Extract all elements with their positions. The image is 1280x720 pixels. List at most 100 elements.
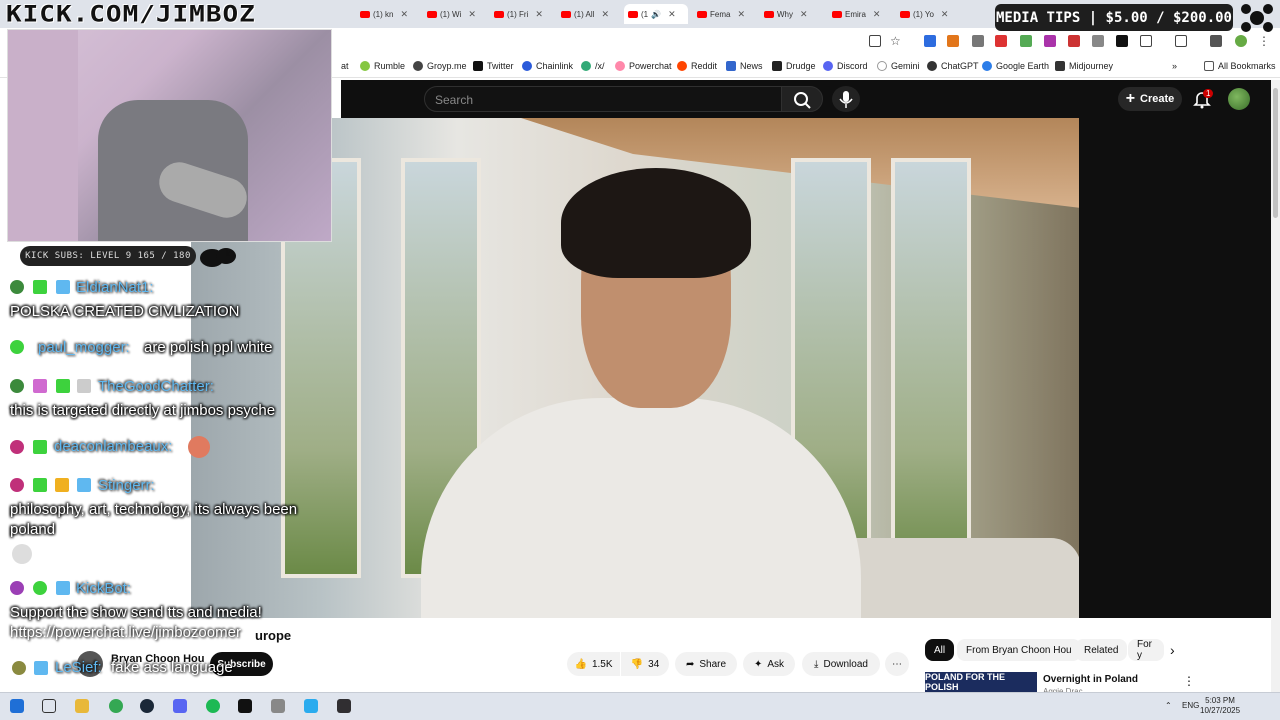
language-indicator[interactable]: ENG: [1182, 701, 1199, 710]
extension-icon[interactable]: [1020, 35, 1032, 47]
metamask-icon[interactable]: [947, 35, 959, 47]
file-explorer-icon[interactable]: [75, 699, 89, 713]
extension-icon[interactable]: [1044, 35, 1056, 47]
scrollbar-thumb[interactable]: [1273, 88, 1278, 218]
bookmark-item[interactable]: /x/: [581, 61, 605, 71]
extension-icon[interactable]: [924, 35, 936, 47]
windows-start-icon[interactable]: [10, 699, 24, 713]
chat-message: POLSKA CREATED CIVLIZATION: [10, 303, 240, 320]
browser-tab[interactable]: (1) Fri ✕: [490, 4, 547, 24]
media-tips-goal: MEDIA TIPS | $5.00 / $200.00: [995, 4, 1233, 31]
bookmark-item[interactable]: Google Earth: [982, 61, 1049, 71]
x-icon[interactable]: [1116, 35, 1128, 47]
steam-icon[interactable]: [140, 699, 154, 713]
youtube-icon: [697, 10, 707, 18]
extension-icon[interactable]: [995, 35, 1007, 47]
more-icon[interactable]: ⋮: [1183, 674, 1195, 688]
bookmark-item[interactable]: Twitter: [473, 61, 514, 71]
search-button[interactable]: [781, 86, 823, 112]
obs-icon[interactable]: [337, 699, 351, 713]
telegram-icon[interactable]: [304, 699, 318, 713]
puzzle-icon[interactable]: [1140, 35, 1152, 47]
youtube-icon: [628, 10, 638, 18]
webcam-scene-closet: [8, 30, 78, 241]
bookmark-item[interactable]: Rumble: [360, 61, 405, 71]
share-button[interactable]: ➦ Share: [675, 652, 737, 676]
bookmark-item[interactable]: Drudge: [772, 61, 816, 71]
close-icon[interactable]: ✕: [601, 9, 609, 20]
search-icon: [794, 92, 811, 109]
bookmark-item[interactable]: Powerchat: [615, 61, 672, 71]
discord-icon[interactable]: [173, 699, 187, 713]
close-icon[interactable]: ✕: [400, 9, 408, 20]
close-icon[interactable]: ✕: [800, 9, 808, 20]
ask-button[interactable]: ✦ Ask: [743, 652, 795, 676]
bookmark-item[interactable]: Reddit: [677, 61, 717, 71]
chevron-right-icon[interactable]: »: [1172, 61, 1177, 71]
browser-tab[interactable]: Why ✕: [760, 4, 812, 24]
download-button[interactable]: ⤓ Download: [802, 652, 880, 676]
bookmark-item[interactable]: at: [341, 61, 349, 71]
shield-icon[interactable]: [972, 35, 984, 47]
bookmark-item[interactable]: Midjourney: [1055, 61, 1113, 71]
close-icon[interactable]: ✕: [668, 9, 676, 20]
bookmark-item[interactable]: Discord: [823, 61, 868, 71]
more-icon[interactable]: ⋮: [1258, 35, 1270, 47]
page-dark-side: [1079, 118, 1271, 618]
task-view-icon[interactable]: [42, 699, 56, 713]
chrome-icon[interactable]: [109, 699, 123, 713]
browser-tab[interactable]: (1) All ✕: [557, 4, 613, 24]
terminal-icon[interactable]: [238, 699, 252, 713]
recommended-thumbnail[interactable]: POLAND FOR THE POLISH: [925, 672, 1037, 692]
google-earth-icon: [982, 61, 992, 71]
create-button[interactable]: + Create: [1118, 87, 1182, 111]
close-icon[interactable]: ✕: [941, 9, 949, 20]
menu-icon[interactable]: [1210, 35, 1222, 47]
emote-icon: [188, 436, 210, 458]
close-icon[interactable]: ✕: [737, 9, 745, 20]
browser-tab[interactable]: (1) Yo ✕: [896, 4, 952, 24]
search-input[interactable]: Search: [424, 86, 782, 112]
bookmark-item[interactable]: ChatGPT: [927, 61, 979, 71]
chat-badge-icon: [10, 581, 24, 595]
browser-tab[interactable]: (1) kn ✕: [356, 4, 412, 24]
filter-chip-for-you[interactable]: For y: [1128, 639, 1164, 661]
spotify-icon[interactable]: [206, 699, 220, 713]
chevron-right-icon[interactable]: ›: [1170, 642, 1175, 658]
app-icon[interactable]: [271, 699, 285, 713]
chat-message: fake ass language: [111, 659, 233, 676]
chat-badge-icon: [10, 340, 24, 354]
browser-tab[interactable]: Fema ✕: [693, 4, 749, 24]
star-icon[interactable]: ☆: [890, 35, 902, 47]
filter-chip-channel[interactable]: From Bryan Choon Hou: [957, 639, 1081, 661]
bookmark-item[interactable]: News: [726, 61, 763, 71]
recommended-title[interactable]: Overnight in Poland: [1043, 674, 1138, 685]
close-icon[interactable]: ✕: [468, 9, 476, 20]
close-icon[interactable]: ✕: [535, 9, 543, 20]
more-actions-button[interactable]: ⋯: [885, 652, 909, 676]
scrollbar[interactable]: [1271, 80, 1280, 692]
avatar[interactable]: [1228, 88, 1250, 110]
filter-chip-related[interactable]: Related: [1075, 639, 1128, 661]
bookmark-item[interactable]: Groyp.me: [413, 61, 467, 71]
extension-icon[interactable]: [1068, 35, 1080, 47]
youtube-icon: [900, 10, 910, 18]
browser-tab-active[interactable]: (1 🔊 ✕: [624, 4, 688, 24]
filter-chip-all[interactable]: All: [925, 639, 955, 661]
clock[interactable]: 5:03 PM 10/27/2025: [1200, 696, 1240, 716]
profile-avatar[interactable]: [1235, 35, 1247, 47]
bookmark-item-all[interactable]: All Bookmarks: [1204, 61, 1276, 71]
browser-tab[interactable]: Emira ✕: [828, 4, 884, 24]
video-scene-person-hair: [561, 168, 751, 278]
browser-tab[interactable]: (1) Wi ✕: [423, 4, 480, 24]
extension-icon[interactable]: [1092, 35, 1104, 47]
dislike-button[interactable]: 👎 34: [621, 652, 669, 676]
voice-search-button[interactable]: [832, 86, 860, 112]
install-icon[interactable]: [869, 35, 881, 47]
close-icon[interactable]: ✕: [873, 9, 881, 20]
chevron-up-icon[interactable]: ⌃: [1165, 701, 1172, 710]
sidebar-icon[interactable]: [1175, 35, 1187, 47]
bookmark-item[interactable]: Chainlink: [522, 61, 573, 71]
like-button[interactable]: 👍 1.5K: [567, 652, 620, 676]
bookmark-item[interactable]: Gemini: [877, 61, 920, 71]
